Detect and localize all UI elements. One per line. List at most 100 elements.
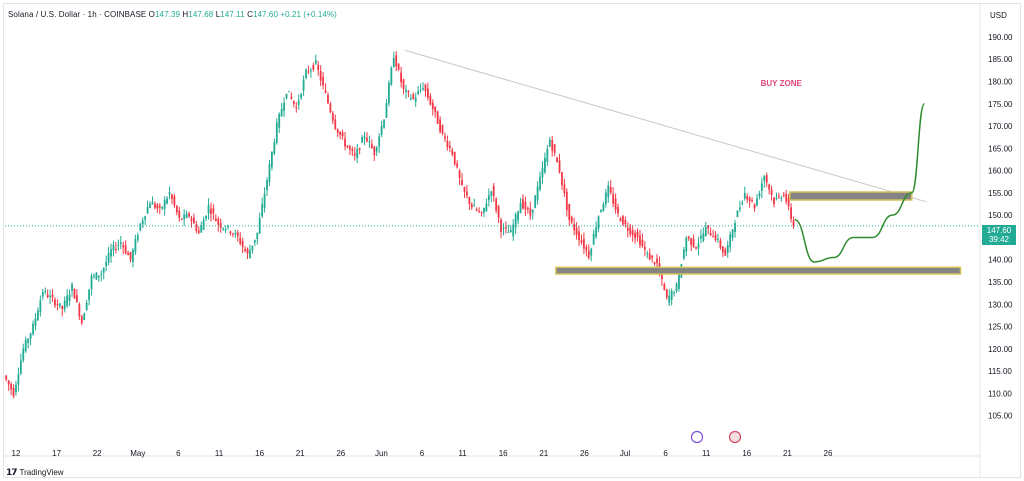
candle-body [380, 125, 383, 135]
candle-body [229, 231, 232, 234]
candle-body [363, 136, 366, 139]
y-tick-label: 110.00 [988, 389, 1012, 398]
candle-body [327, 95, 329, 104]
candle-body [185, 213, 188, 218]
candle-body [424, 84, 427, 92]
bar-countdown: 39:42 [988, 235, 1010, 244]
candle-body [556, 157, 558, 163]
y-tick-label: 175.00 [988, 100, 1013, 109]
candle-body [753, 204, 756, 209]
candle-body [729, 234, 732, 248]
candle-body [154, 203, 156, 208]
candle-body [10, 383, 12, 390]
x-tick-label: 21 [539, 449, 548, 458]
price-chart[interactable]: 105.00 110.00 115.00 120.00 125.00 130.00 135.… [0, 0, 1024, 481]
candle-body [782, 194, 785, 196]
candle-body [490, 191, 493, 196]
candle-body [578, 231, 580, 241]
candle-body [778, 196, 780, 198]
candle-body [273, 142, 276, 154]
candle-body [390, 67, 393, 85]
candle-body [105, 261, 108, 267]
candle-body [234, 232, 237, 235]
candle-body [178, 210, 181, 218]
candle-body [58, 303, 61, 306]
candle-body [37, 310, 39, 321]
candle-body [653, 262, 656, 264]
tradingview-brand[interactable]: 𝟭𝟳 TradingView [6, 467, 64, 478]
candle-body [175, 205, 178, 213]
candle-body [704, 226, 707, 237]
candle-body [397, 64, 400, 70]
candle-body [687, 236, 690, 239]
candle-body [502, 227, 505, 229]
candle-body [224, 229, 227, 231]
candle-body [700, 235, 702, 239]
candle-body [473, 205, 476, 207]
candle-body [587, 250, 590, 258]
brand-label: TradingView [19, 468, 64, 477]
x-tick-label: May [130, 449, 145, 458]
x-tick-label: 11 [702, 449, 711, 458]
candle-body [529, 208, 532, 216]
candle-body [166, 198, 168, 204]
candle-body [49, 295, 51, 298]
candle-body [251, 245, 254, 251]
candle-body [602, 204, 605, 212]
candle-body [487, 195, 490, 201]
candle-body [431, 102, 434, 109]
candle-body [290, 96, 293, 99]
candle-body [717, 238, 719, 240]
candle-body [395, 55, 398, 67]
candle-body [127, 252, 129, 256]
y-tick-label: 120.00 [988, 345, 1013, 354]
candle-body [565, 191, 568, 211]
candle-body [134, 239, 137, 253]
candle-body [419, 89, 422, 91]
candle-body [612, 194, 615, 204]
y-tick-label: 150.00 [988, 211, 1013, 220]
y-tick-label: 155.00 [988, 189, 1013, 198]
candle-body [141, 220, 144, 225]
support-zone [555, 266, 962, 275]
candle-body [780, 197, 783, 199]
candle-body [368, 141, 371, 143]
candle-body [322, 76, 324, 86]
x-tick-label: 11 [458, 449, 467, 458]
candle-body [619, 218, 622, 222]
candle-body [414, 97, 417, 102]
candle-body [353, 153, 356, 156]
candle-body [188, 213, 190, 217]
candle-body [12, 387, 15, 397]
candle-body [307, 71, 310, 73]
candle-body [685, 238, 688, 252]
candle-body [171, 194, 173, 199]
candle-body [302, 79, 305, 91]
candle-body [551, 139, 554, 151]
candle-body [378, 136, 381, 147]
candle-body [400, 72, 402, 83]
candle-body [34, 318, 37, 326]
x-tick-label: Jul [620, 449, 630, 458]
candle-body [485, 203, 488, 212]
candle-body [595, 227, 597, 237]
candle-body [743, 192, 746, 199]
candle-body [583, 239, 585, 249]
x-tick-label: 16 [255, 449, 264, 458]
candle-body [468, 197, 471, 204]
candle-body [163, 200, 166, 209]
candle-body [370, 144, 373, 149]
candle-body [497, 205, 500, 218]
candle-body [712, 236, 714, 238]
candle-body [139, 223, 142, 231]
candle-body [5, 375, 8, 380]
resistance-zone [789, 191, 913, 201]
candle-body [24, 339, 27, 352]
candle-body [66, 295, 69, 306]
candle-body [161, 206, 164, 209]
candle-body [17, 374, 20, 385]
candle-body [553, 144, 556, 153]
candle-body [144, 216, 147, 220]
last-price-value: 147.60 [986, 226, 1012, 235]
candle-body [446, 140, 449, 148]
